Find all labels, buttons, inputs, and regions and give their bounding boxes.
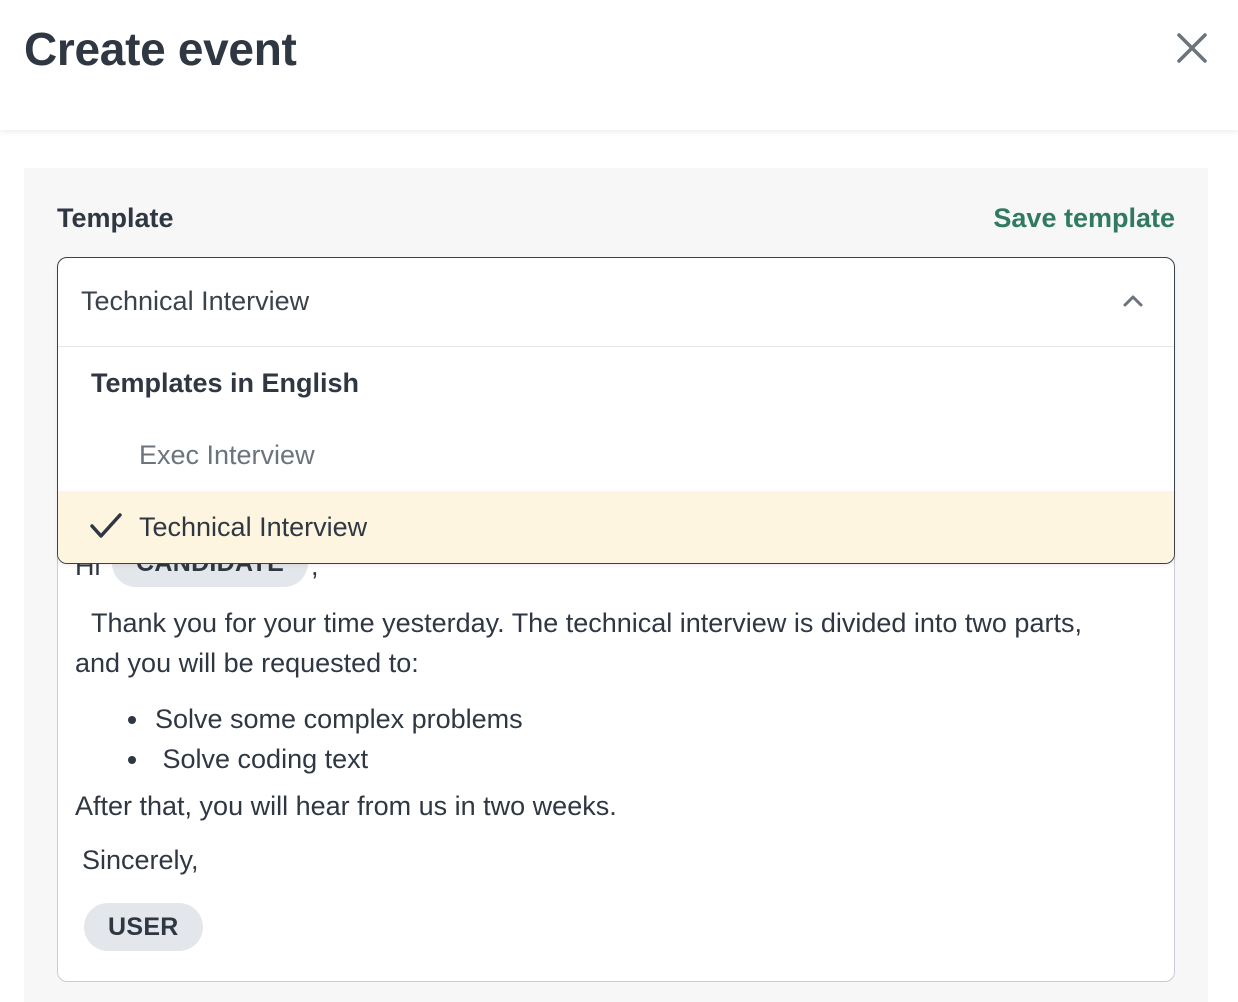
paragraph-text: Thank you for your time yesterday. The t… [75, 608, 1082, 678]
template-select-trigger[interactable]: Technical Interview [58, 258, 1174, 347]
user-placeholder-chip[interactable]: USER [84, 903, 203, 951]
list-item: Solve some complex problems [128, 699, 523, 739]
option-exec-interview[interactable]: Exec Interview [58, 419, 1174, 491]
closing-text: Sincerely, [82, 845, 199, 875]
option-technical-interview[interactable]: Technical Interview [58, 491, 1174, 563]
checkmark-icon [90, 513, 122, 538]
close-icon [1177, 33, 1207, 63]
close-button[interactable] [1172, 28, 1212, 68]
option-label: Technical Interview [139, 512, 368, 542]
template-select[interactable]: Technical Interview Templates in English… [57, 257, 1175, 564]
select-value: Technical Interview [81, 286, 310, 316]
after-text: After that, you will hear from us in two… [75, 791, 617, 821]
option-group-label: Templates in English [91, 368, 360, 398]
page-title: Create event [24, 23, 297, 75]
save-template-link[interactable]: Save template [993, 203, 1175, 234]
template-label: Template [57, 203, 174, 233]
dialog-header: Create event [0, 0, 1238, 130]
bullet-list: Solve some complex problems Solve coding… [128, 699, 523, 779]
list-item: Solve coding text [128, 739, 523, 779]
message-paragraph: Thank you for your time yesterday. The t… [75, 603, 1115, 683]
list-item-text: Solve coding text [155, 744, 369, 774]
option-label: Exec Interview [139, 440, 315, 470]
chevron-up-icon [1123, 295, 1143, 307]
